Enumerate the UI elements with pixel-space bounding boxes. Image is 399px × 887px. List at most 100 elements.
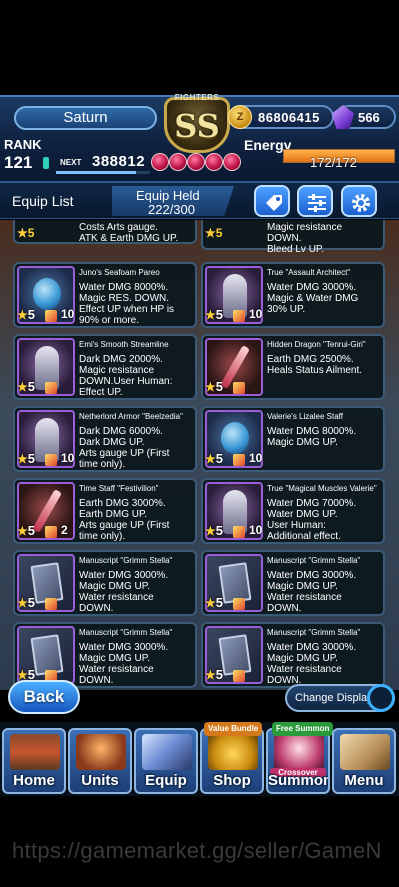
- nav-menu[interactable]: Menu: [332, 728, 396, 794]
- nav-summon-label: Summon: [268, 772, 330, 789]
- nav-equip-label: Equip: [145, 772, 187, 789]
- rank-label: RANK: [4, 137, 42, 152]
- equip-name: True "Magical Muscles Valerie": [267, 484, 377, 493]
- book-icon: [340, 734, 390, 770]
- equip-name: Manuscript "Grimm Stella": [79, 556, 173, 565]
- rarity-value: 5: [215, 226, 223, 240]
- next-exp-value: 388812: [92, 153, 146, 170]
- equip-name: Emi's Smooth Streamline: [79, 340, 169, 349]
- orb-icon: [205, 153, 223, 171]
- nav-home[interactable]: Home: [2, 728, 66, 794]
- badge-title: FIGHTERS: [174, 93, 220, 102]
- element-icon: [233, 526, 245, 538]
- rarity-value: 5: [27, 379, 35, 394]
- coin-icon: Z: [228, 105, 252, 129]
- rarity-value: 5: [215, 451, 223, 466]
- orb-icon: [169, 153, 187, 171]
- settings-button[interactable]: [341, 185, 377, 217]
- nav-units[interactable]: Units: [68, 728, 132, 794]
- equip-name: Manuscript "Grimm Stella": [79, 628, 173, 637]
- element-icon: [45, 526, 57, 538]
- sliders-icon: [308, 194, 326, 212]
- equip-card[interactable]: ★5 Manuscript "Grimm Stella" Water DMG 300…: [13, 550, 197, 616]
- equip-card[interactable]: ★5 10 Valerie's Lizalee Staff Water DMG 800…: [201, 406, 385, 472]
- equip-card-partial[interactable]: Magic resistance DOWN. Bleed Lv UP. ★5: [201, 220, 385, 255]
- player-header: Saturn RANK 121 NEXT 388812 FIGHTERS SS …: [0, 93, 399, 183]
- equip-card-partial[interactable]: Costs Arts gauge. ATK & Earth DMG UP. ★5: [13, 220, 197, 244]
- element-icon: [45, 454, 57, 466]
- change-display-label: Change Display: [295, 692, 373, 704]
- gem-icon: [33, 278, 61, 310]
- equip-card[interactable]: ★5 10 True "Magical Muscles Valerie" Water …: [201, 478, 385, 544]
- orb-icon: [187, 153, 205, 171]
- equip-list[interactable]: Costs Arts gauge. ATK & Earth DMG UP. ★5…: [0, 220, 399, 690]
- refresh-icon: [367, 684, 395, 712]
- filter-button[interactable]: [297, 185, 333, 217]
- coin-counter[interactable]: Z 86806415: [228, 105, 334, 129]
- tag-button[interactable]: [254, 185, 290, 217]
- watermark-text: https://gamemarket.gg/seller/GameN: [12, 838, 382, 863]
- equip-level: 10: [61, 307, 75, 321]
- equip-level: 2: [61, 523, 68, 537]
- bottom-nav: Home Units Equip Shop Value Bundle Cross…: [0, 722, 399, 796]
- exp-progress-fill: [56, 171, 136, 174]
- equip-name: Valerie's Lizalee Staff: [267, 412, 343, 421]
- rarity-value: 5: [215, 379, 223, 394]
- equip-level: 10: [249, 523, 263, 537]
- equip-held-value: 222/300: [148, 202, 195, 217]
- badge-grade: SS: [174, 107, 220, 145]
- equip-desc: Earth DMG 2500%. Heals Status Ailment.: [267, 354, 363, 376]
- equip-toolbar: Equip List Equip Held 222/300: [0, 183, 399, 219]
- nav-summon[interactable]: Crossover Summon: [266, 728, 330, 794]
- equip-desc: Water DMG 3000%. Magic & Water DMG 30% U…: [267, 282, 359, 315]
- nav-equip[interactable]: Equip: [134, 728, 198, 794]
- element-icon: [233, 310, 245, 322]
- equip-held-label: Equip Held: [136, 188, 200, 203]
- element-icon: [233, 454, 245, 466]
- back-button[interactable]: Back: [8, 680, 80, 714]
- equip-card[interactable]: ★5 Manuscript "Grimm Stella" Water DMG 300…: [201, 550, 385, 616]
- equip-card[interactable]: ★5 10 True "Assault Architect" Water DMG 30…: [201, 262, 385, 328]
- equip-card[interactable]: ★5 Emi's Smooth Streamline Dark DMG 2000%.…: [13, 334, 197, 400]
- nav-menu-label: Menu: [344, 772, 384, 789]
- equip-card[interactable]: ★5 10 Juno's Seafoam Pareo Water DMG 8000%.…: [13, 262, 197, 328]
- orb-icon: [151, 153, 169, 171]
- player-name[interactable]: Saturn: [14, 106, 157, 130]
- equip-desc: Water DMG 7000%. Water DMG UP. User Huma…: [267, 498, 357, 542]
- nav-shop[interactable]: Shop: [200, 728, 264, 794]
- value-bundle-tag: Value Bundle: [204, 722, 263, 736]
- rarity-stars: ★5: [205, 226, 223, 240]
- rarity-stars: ★5: [17, 226, 35, 240]
- equip-name: Hidden Dragon "Tenrui-Giri": [267, 340, 366, 349]
- sword-icon: [142, 734, 192, 770]
- equip-name: Netherlord Armor "Beelzedia": [79, 412, 183, 421]
- change-display-button[interactable]: Change Display: [285, 684, 395, 712]
- gem-counter[interactable]: 566: [332, 105, 396, 129]
- rarity-stars: ★5: [205, 307, 223, 322]
- rarity-stars: ★5: [17, 595, 35, 610]
- equip-desc: Water DMG 8000%. Magic RES. DOWN. Effect…: [79, 282, 175, 326]
- element-icon: [233, 382, 245, 394]
- rank-value: 121: [4, 153, 33, 172]
- equip-level: 10: [249, 307, 263, 321]
- free-summon-tag: Free Summon: [272, 722, 334, 736]
- rarity-stars: ★5: [205, 523, 223, 538]
- rank-grade-badge: FIGHTERS SS: [160, 93, 234, 155]
- equip-desc: Magic resistance DOWN. Bleed Lv UP.: [267, 222, 343, 255]
- nav-units-label: Units: [81, 772, 119, 789]
- equip-card[interactable]: ★5 10 Netherlord Armor "Beelzedia" Dark DMG…: [13, 406, 197, 472]
- coin-value: 86806415: [258, 110, 320, 125]
- equip-desc: Dark DMG 6000%. Dark DMG UP. Arts gauge …: [79, 426, 170, 470]
- rank-indicator: [43, 157, 49, 169]
- energy-value: 172/172: [310, 155, 357, 170]
- equip-desc: Water DMG 8000%. Magic DMG UP.: [267, 426, 357, 448]
- gem-icon: [332, 105, 354, 129]
- equip-desc: Water DMG 3000%. Magic DMG UP. Water res…: [79, 570, 169, 614]
- equip-card[interactable]: ★5 Hidden Dragon "Tenrui-Giri" Earth DMG 2…: [201, 334, 385, 400]
- element-icon: [45, 310, 57, 322]
- equip-card[interactable]: ★5 2 Time Staff "Festivilion" Earth DMG 300…: [13, 478, 197, 544]
- element-icon: [233, 598, 245, 610]
- page-title: Equip List: [12, 193, 74, 209]
- orb-gauge: [151, 153, 241, 173]
- equip-name: Manuscript "Grimm Stella": [267, 556, 361, 565]
